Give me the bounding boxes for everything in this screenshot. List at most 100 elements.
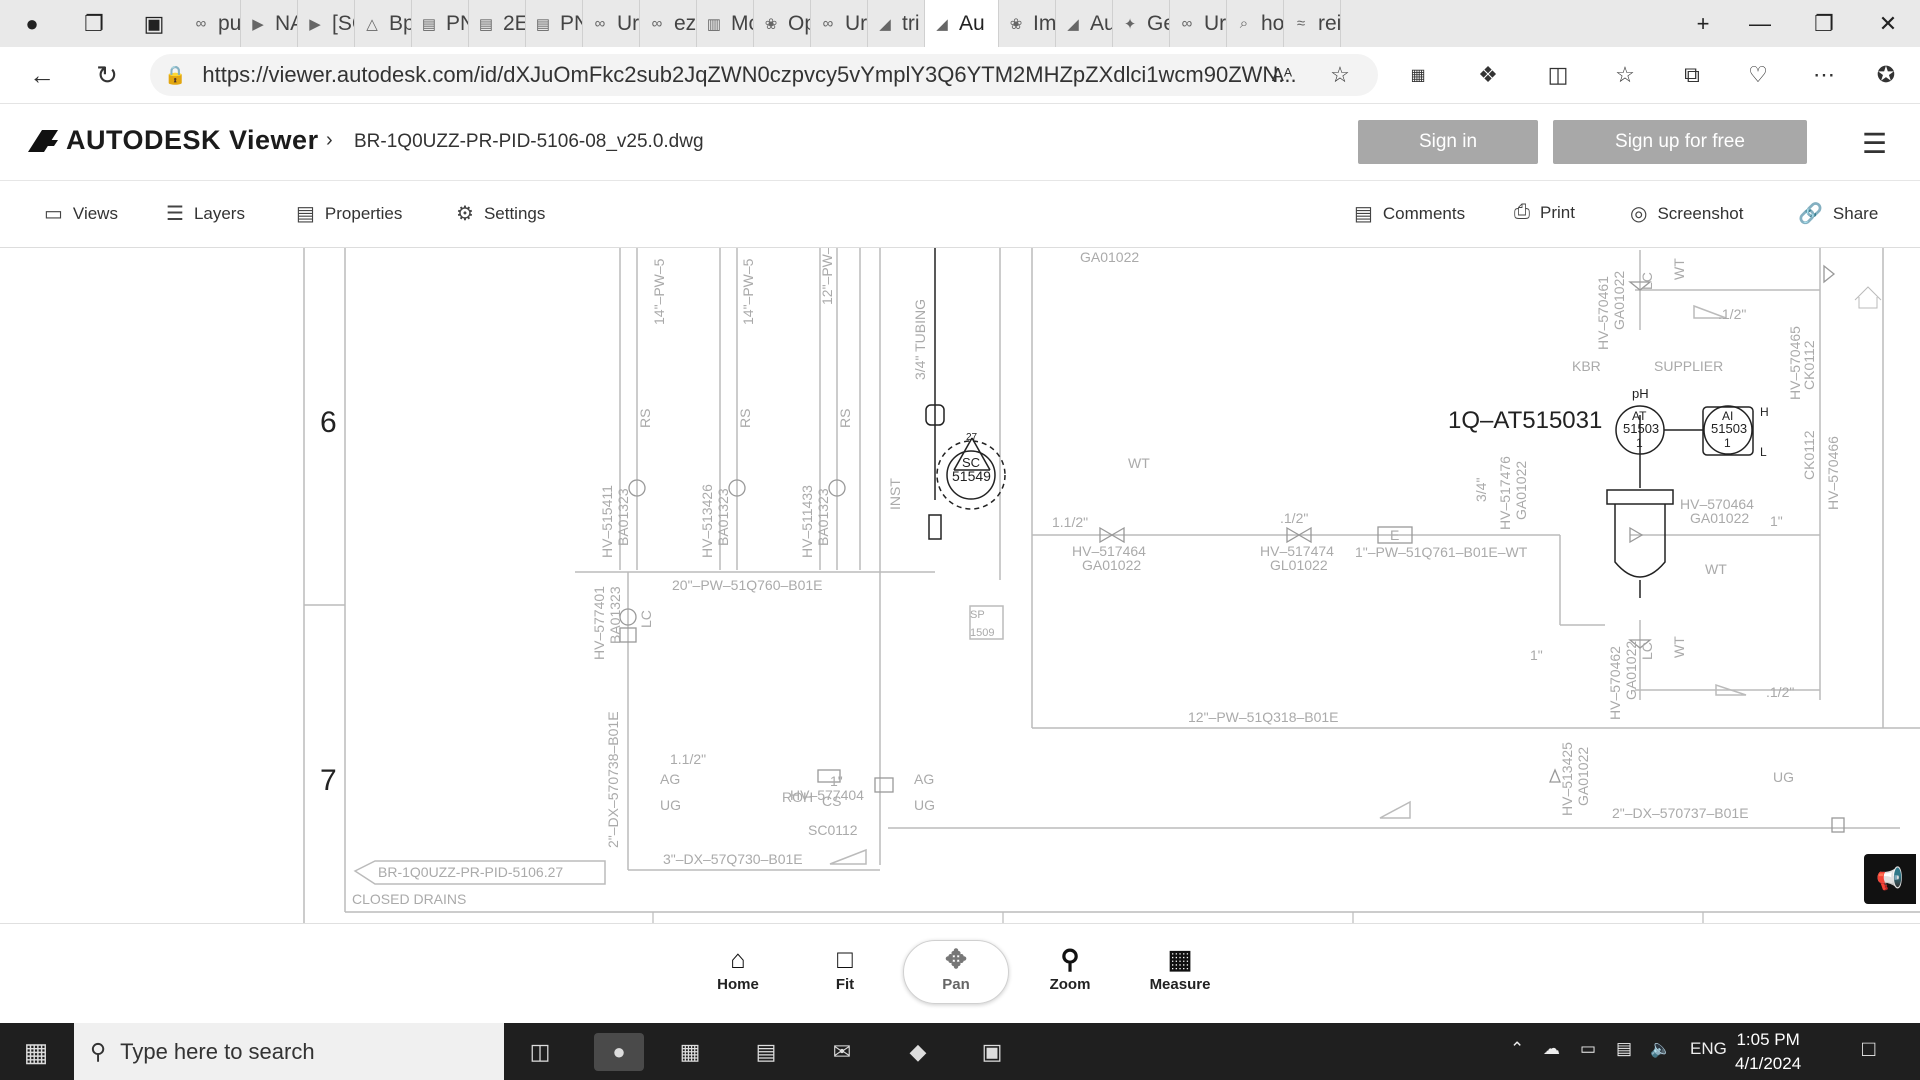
openai-icon: ❀ [1009, 15, 1023, 33]
browser-tab[interactable]: △ Bp [355, 0, 412, 47]
views-button[interactable]: ▭ Views [44, 201, 118, 226]
edge-app-icon[interactable]: ● [594, 1033, 644, 1071]
label-ga01022a: GA01022 [1082, 557, 1141, 573]
row-label-7: 7 [320, 764, 337, 797]
label-wt-c: WT [1671, 258, 1687, 280]
browser-tab[interactable]: ⌕ ho [1227, 0, 1284, 47]
url-field[interactable]: 🔒 https://viewer.autodesk.com/id/dXJuOmF… [150, 54, 1378, 96]
file-explorer-icon[interactable]: ▤ [746, 1033, 786, 1071]
comments-button[interactable]: ▤ Comments [1354, 201, 1465, 226]
drawing-canvas[interactable]: GA01022 1.1/2" HV–517464 GA01022 HV–5174… [0, 248, 1920, 923]
share-button[interactable]: 🔗 Share [1798, 201, 1878, 226]
collections-icon[interactable]: ⧉ [1672, 55, 1712, 95]
network-icon[interactable]: ▤ [1616, 1039, 1632, 1059]
label-lc-c: LC [638, 610, 654, 628]
label-line-2dx-v: 2"–DX–570738–B01E [605, 711, 621, 848]
layers-button[interactable]: ☰ Layers [166, 201, 245, 226]
browser-tab-strip: ● ❐ ▣ ∞ pu ▶ NA ▶ [SC △ Bp ▤ PN ▤ 2E ▤ PN ∞ Ur ∞ ez ▥ Mc ❀ Op… [0, 0, 1920, 47]
label-ph: pH [1632, 386, 1649, 401]
browser-tab[interactable]: ✦ Ge [1113, 0, 1170, 47]
copilot-icon[interactable]: ✪ [1866, 55, 1906, 95]
taskbar-clock[interactable]: 1:05 PM 4/1/2024 [1735, 1028, 1801, 1076]
minimize-button[interactable]: — [1728, 0, 1792, 47]
browser-tab[interactable]: ▶ [SC [298, 0, 355, 47]
browser-tab[interactable]: ≈ rei [1284, 0, 1341, 47]
label-cs: CS [822, 793, 841, 809]
settings-button[interactable]: ⚙ Settings [456, 201, 545, 226]
label-size-1a: 1.1/2" [1052, 514, 1088, 530]
feedback-megaphone-button[interactable]: 📢 [1864, 854, 1916, 904]
browser-tab[interactable]: ∞ Ur [1170, 0, 1227, 47]
tab-label: Mc [731, 11, 753, 35]
store-app-icon[interactable]: ▦ [670, 1033, 710, 1071]
split-screen-icon[interactable]: ◫ [1538, 55, 1578, 95]
task-view-icon[interactable]: ◫ [520, 1033, 560, 1071]
browser-tab[interactable]: ▶ NA [241, 0, 298, 47]
outlook-app-icon[interactable]: ▣ [972, 1033, 1012, 1071]
browser-tab[interactable]: ▥ Mc [697, 0, 754, 47]
wind-icon: ≈ [1296, 15, 1306, 32]
windows-start-icon[interactable]: ▦ [16, 1033, 56, 1071]
label-kbr: KBR [1572, 358, 1601, 374]
fit-button[interactable]: □ Fit [795, 942, 895, 993]
battery-icon[interactable]: ▭ [1580, 1039, 1596, 1059]
properties-button[interactable]: ▤ Properties [296, 201, 402, 226]
browser-tab[interactable]: ∞ Ur [811, 0, 868, 47]
browser-tab[interactable]: ∞ pu [184, 0, 241, 47]
browser-tab[interactable]: ❀ Im [999, 0, 1056, 47]
more-menu-icon[interactable]: ⋯ [1804, 55, 1844, 95]
browser-tab[interactable]: ▤ PN [526, 0, 583, 47]
ruler-icon: ▦ [1167, 944, 1193, 974]
label-ai-suffix: 1 [1724, 436, 1731, 450]
favorites-icon[interactable]: ☆ [1605, 55, 1645, 95]
gemini-icon: ✦ [1123, 15, 1137, 33]
browser-tab[interactable]: ◢ tri [868, 0, 925, 47]
new-tab-button[interactable]: + [1678, 0, 1728, 47]
browser-tab[interactable]: ▤ PN [412, 0, 469, 47]
restore-button[interactable]: ❐ [1792, 0, 1856, 47]
label-ga01022c: GA01022 [1690, 510, 1749, 526]
cloud-icon[interactable]: ☁ [1543, 1039, 1560, 1059]
browser-tab[interactable]: ❀ Op [754, 0, 811, 47]
refresh-button[interactable]: ↻ [75, 47, 139, 104]
browser-tab[interactable]: ▤ 2E [469, 0, 526, 47]
notifications-icon[interactable]: □ [1862, 1036, 1875, 1062]
viewcube-home-icon[interactable] [1854, 286, 1882, 309]
label-hv515411: HV–515411 [599, 485, 615, 558]
favorite-star-icon[interactable]: ☆ [1320, 55, 1360, 95]
label-ba01323c: BA01323 [815, 488, 831, 546]
print-button[interactable]: ⎙ Print [1514, 201, 1575, 224]
back-button[interactable]: ← [10, 47, 74, 104]
magnifier-icon: ⚲ [1060, 944, 1080, 974]
read-aloud-icon[interactable]: Aᴬ [1262, 55, 1302, 95]
teams-app-icon[interactable]: ◆ [898, 1033, 938, 1071]
vertical-tabs-icon[interactable]: ▣ [124, 0, 184, 47]
home-button[interactable]: ⌂ Home [688, 942, 788, 993]
workspaces-icon[interactable]: ❐ [64, 0, 124, 47]
browser-tab[interactable]: ∞ ez [640, 0, 697, 47]
extensions-icon[interactable]: ❖ [1468, 55, 1508, 95]
measure-button[interactable]: ▦ Measure [1130, 942, 1230, 993]
browser-tab[interactable]: ◢ Au [1056, 0, 1113, 47]
taskbar-search[interactable]: ⚲ Type here to search [74, 1023, 504, 1080]
browser-tab[interactable]: ◢Au✕ [925, 0, 999, 47]
chevron-up-icon[interactable]: ⌃ [1510, 1039, 1524, 1059]
language-indicator[interactable]: ENG [1690, 1039, 1727, 1059]
mail-app-icon[interactable]: ✉ [822, 1033, 862, 1071]
autodesk-logo[interactable]: AUTODESK Viewer [28, 125, 319, 156]
sign-up-button[interactable]: Sign up for free [1553, 120, 1807, 164]
performance-icon[interactable]: ♡ [1738, 55, 1778, 95]
profile-icon[interactable]: ● [0, 0, 64, 47]
close-window-button[interactable]: ✕ [1856, 0, 1920, 47]
screenshot-button[interactable]: ◎ Screenshot [1630, 201, 1743, 226]
hamburger-menu-icon[interactable]: ☰ [1862, 127, 1887, 160]
clock-time: 1:05 PM [1736, 1030, 1800, 1049]
translate-icon[interactable]: ▦ [1398, 55, 1438, 95]
browser-tab[interactable]: ∞ Ur [583, 0, 640, 47]
zoom-button[interactable]: ⚲ Zoom [1020, 942, 1120, 993]
pan-button[interactable]: ✥ Pan [906, 942, 1006, 993]
label-e: E [1390, 527, 1399, 543]
sign-in-button[interactable]: Sign in [1358, 120, 1538, 164]
link-icon: ∞ [651, 15, 663, 32]
volume-icon[interactable]: 🔈 [1650, 1039, 1671, 1059]
